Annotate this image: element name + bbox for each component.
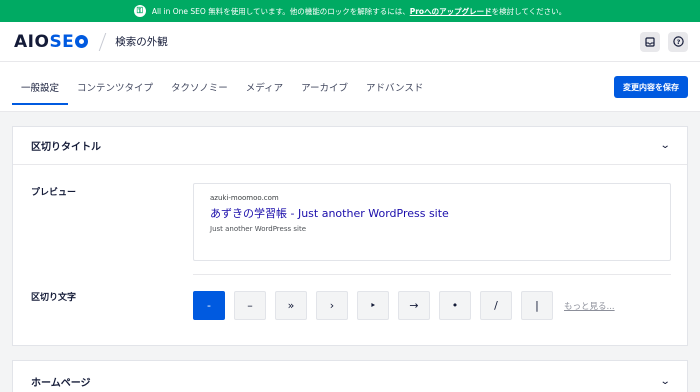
separator-card-title: 区切りタイトル — [31, 142, 101, 153]
inbox-icon — [645, 36, 655, 47]
show-more-link[interactable]: もっと見る... — [564, 300, 615, 312]
tab-archives[interactable]: アーカイブ — [292, 62, 357, 112]
separator-card-header[interactable]: 区切りタイトル ⌄ — [13, 127, 687, 165]
header-divider — [99, 32, 107, 51]
search-preview: azuki-moomoo.com あずきの学習帳 - Just another … — [193, 183, 671, 261]
row-divider — [193, 274, 671, 275]
separator-option-rsaquo[interactable]: › — [316, 291, 348, 320]
preview-url: azuki-moomoo.com — [210, 194, 279, 202]
help-button[interactable]: ? — [668, 31, 688, 52]
homepage-card-header[interactable]: ホームページ ⌄ — [13, 361, 687, 392]
top-header: AIO SE 検索の外観 ? — [0, 22, 700, 62]
settings-tabs-bar: 一般設定 コンテンツタイプ タクソノミー メディア アーカイブ アドバンスド 変… — [0, 62, 700, 112]
separator-option-hyphen[interactable]: - — [193, 291, 225, 320]
upgrade-pro-link[interactable]: Proへのアップグレード — [410, 7, 492, 16]
tab-content-types[interactable]: コンテンツタイプ — [68, 62, 162, 112]
separator-option-pipe[interactable]: | — [521, 291, 553, 320]
chevron-down-icon[interactable]: ⌄ — [659, 376, 670, 387]
svg-text:?: ? — [676, 38, 680, 46]
separator-label: 区切り文字 — [31, 293, 77, 303]
tab-media[interactable]: メディア — [237, 62, 292, 112]
preview-label: プレビュー — [31, 188, 77, 198]
preview-title: あずきの学習帳 - Just another WordPress site — [210, 207, 449, 220]
tab-taxonomies[interactable]: タクソノミー — [162, 62, 237, 112]
separator-option-bullet[interactable]: • — [439, 291, 471, 320]
logo-gear-icon — [75, 35, 89, 48]
notifications-button[interactable] — [640, 31, 660, 52]
separator-card: 区切りタイトル ⌄ プレビュー azuki-moomoo.com あずきの学習帳… — [12, 126, 688, 346]
lock-icon: ⚿ — [133, 5, 146, 17]
aioseo-logo[interactable]: AIO SE — [14, 31, 89, 52]
separator-option-en-dash[interactable]: – — [234, 291, 266, 320]
help-icon: ? — [672, 36, 684, 47]
homepage-card: ホームページ ⌄ — [12, 360, 688, 392]
homepage-card-title: ホームページ — [31, 377, 91, 389]
separator-option-arrow[interactable]: → — [398, 291, 430, 320]
preview-description: Just another WordPress site — [210, 225, 307, 233]
tab-advanced[interactable]: アドバンスド — [357, 62, 432, 112]
logo-seo: SE — [49, 31, 75, 52]
settings-tabs: 一般設定 コンテンツタイプ タクソノミー メディア アーカイブ アドバンスド — [12, 62, 432, 112]
chevron-down-icon[interactable]: ⌄ — [659, 140, 670, 151]
separator-option-triangle[interactable]: ‣ — [357, 291, 389, 320]
promo-text: All in One SEO 無料を使用しています。他の機能のロックを解除するに… — [151, 6, 567, 16]
page-title: 検索の外観 — [115, 36, 168, 48]
separator-options: - – » › ‣ → • / | もっと見る... — [193, 291, 615, 320]
logo-aio: AIO — [14, 31, 50, 52]
separator-option-raquo[interactable]: » — [275, 291, 307, 320]
separator-option-slash[interactable]: / — [480, 291, 512, 320]
tab-general[interactable]: 一般設定 — [12, 62, 69, 112]
save-changes-button[interactable]: 変更内容を保存 — [614, 76, 688, 98]
promo-bar: ⚿ All in One SEO 無料を使用しています。他の機能のロックを解除す… — [0, 0, 700, 22]
